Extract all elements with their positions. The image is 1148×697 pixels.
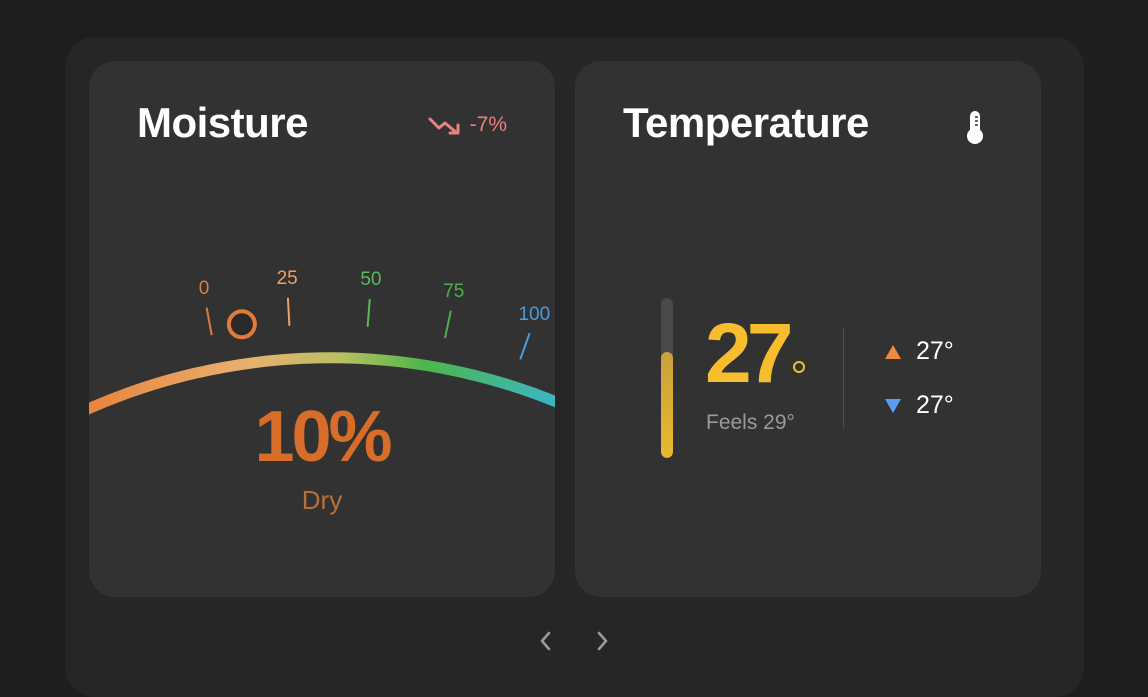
gauge-tick-25	[286, 297, 291, 326]
divider	[843, 327, 844, 429]
temperature-high: 27°	[884, 337, 954, 366]
temperature-card[interactable]: Temperature 27 Feels 29° 27° 27°	[575, 61, 1041, 597]
feels-like: Feels 29°	[706, 411, 795, 434]
next-button[interactable]	[588, 627, 616, 655]
triangle-down-icon	[885, 398, 901, 413]
gauge-tick-0	[205, 307, 213, 336]
degree-symbol	[793, 361, 805, 373]
temperature-level-fill	[661, 352, 673, 458]
previous-button[interactable]	[532, 627, 560, 655]
temperature-high-value: 27°	[916, 337, 954, 365]
thermometer-icon	[967, 111, 983, 144]
gauge-tick-label-50: 50	[360, 269, 381, 290]
temperature-low-value: 27°	[916, 391, 954, 419]
temperature-title: Temperature	[623, 99, 869, 146]
gauge-tick-label-0: 0	[199, 278, 210, 299]
moisture-gauge: 0 25 50 75 100	[89, 268, 555, 415]
moisture-value: 10%	[254, 397, 392, 477]
triangle-up-icon	[885, 344, 901, 359]
gauge-tick-100	[519, 332, 531, 360]
temperature-low: 27°	[884, 391, 954, 420]
chevron-left-icon	[540, 631, 551, 651]
chevron-right-icon	[597, 631, 608, 651]
gauge-tick-75	[444, 310, 452, 339]
gauge-tick-label-25: 25	[277, 268, 298, 289]
gauge-tick-50	[366, 298, 371, 327]
moisture-card[interactable]: Moisture -7% 0 25 50 75 100 10% Dry	[89, 61, 555, 597]
temperature-level-bar	[661, 298, 673, 458]
temperature-value: 27	[705, 306, 793, 400]
gauge-tick-label-75: 75	[443, 281, 464, 302]
moisture-status: Dry	[301, 485, 343, 515]
gauge-tick-label-100: 100	[518, 304, 550, 325]
gauge-knob[interactable]	[226, 309, 257, 340]
